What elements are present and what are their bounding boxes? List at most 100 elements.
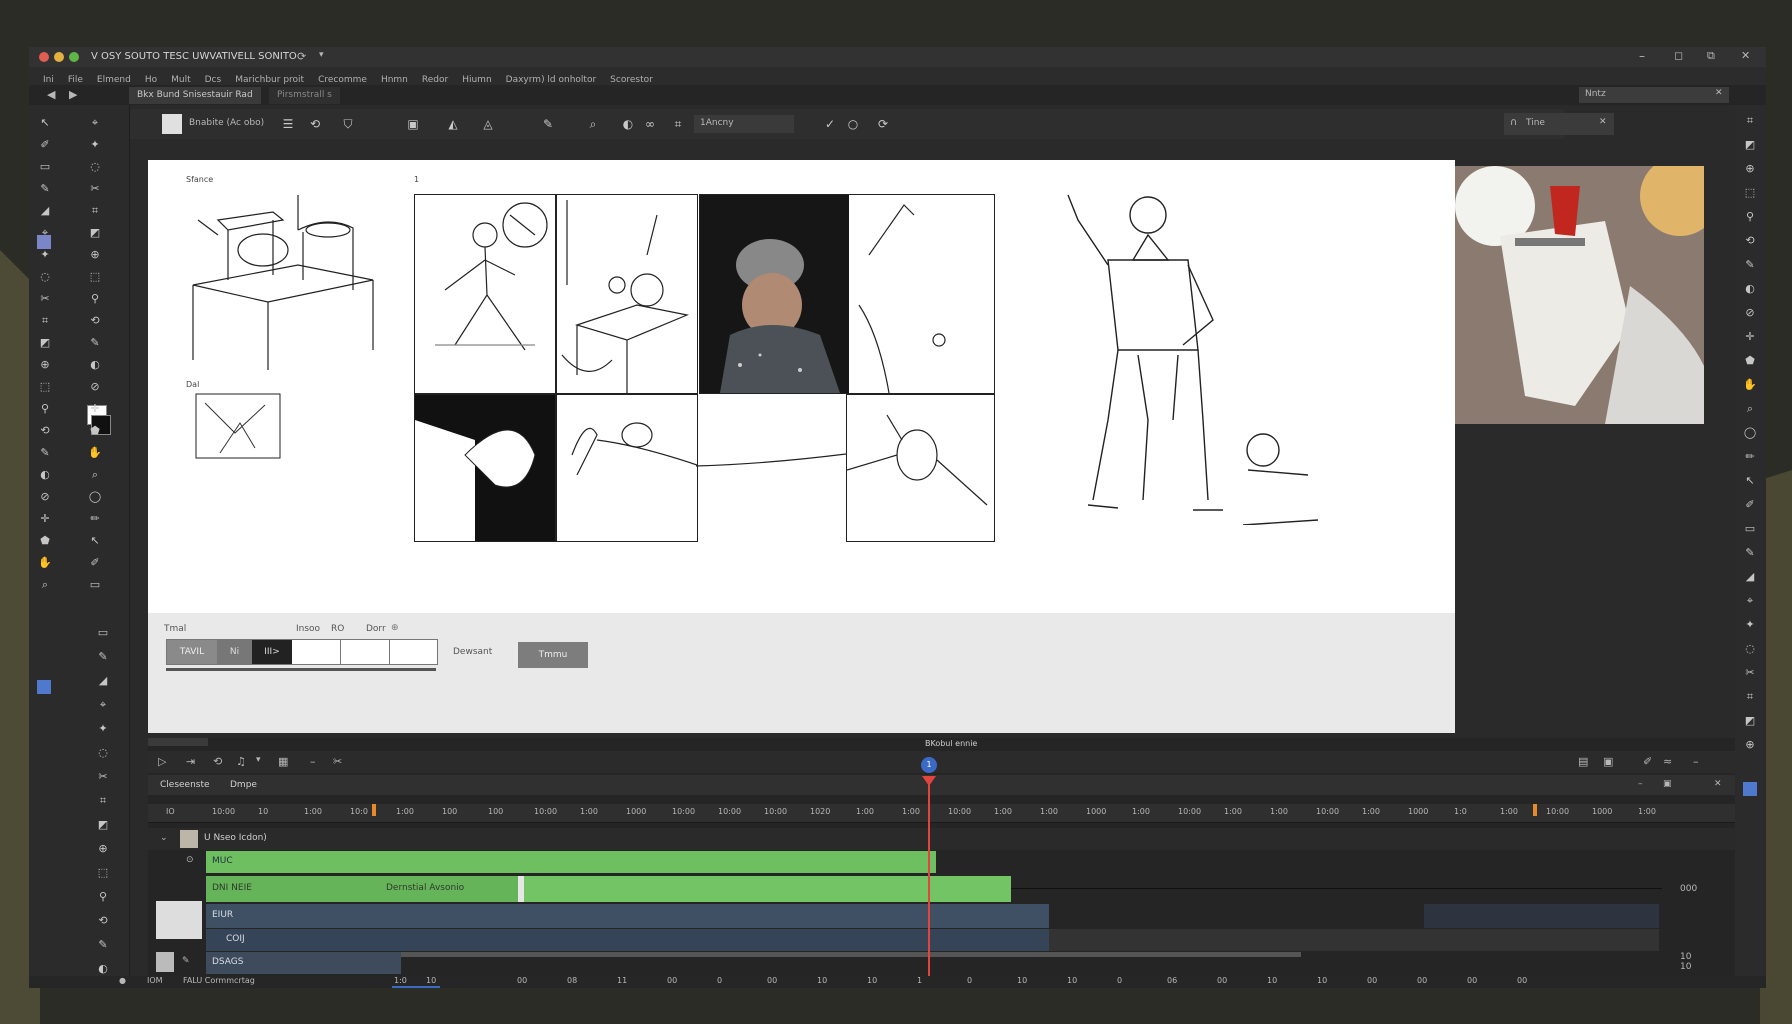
ban-tool-icon[interactable]: ⊘ <box>37 489 53 505</box>
maximize-button[interactable]: ◻ <box>1674 49 1683 62</box>
pen-tool-icon[interactable]: ✏ <box>87 511 103 527</box>
eraser-tool-icon[interactable]: ⌕ <box>1742 401 1758 417</box>
link-icon[interactable]: ∞ <box>641 115 659 133</box>
storyboard-panel-5[interactable] <box>556 394 698 542</box>
form-slider-track[interactable] <box>166 668 436 671</box>
grid-tool-icon[interactable]: ⌗ <box>37 313 53 329</box>
sync-icon[interactable]: ⟳ <box>297 50 306 63</box>
cross-tool-icon[interactable]: ◐ <box>1742 281 1758 297</box>
blue-clip[interactable]: EIUR <box>206 904 1049 928</box>
playhead-marker[interactable]: 1 <box>921 757 937 773</box>
green-clip-2[interactable]: DNI NEIE Dernstial Avsonio <box>206 876 1011 902</box>
track-video-green[interactable]: ⊙ MUC <box>148 851 1735 873</box>
pen-tool-icon[interactable]: ✏ <box>1742 449 1758 465</box>
zoom-tool-icon[interactable]: ⌕ <box>37 577 53 593</box>
blue-tool-highlight[interactable] <box>37 680 51 694</box>
cross-tool-icon[interactable]: ✛ <box>37 511 53 527</box>
track-folder[interactable]: ⌄ U Nseo Icdon) <box>148 828 1735 850</box>
hand-tool-icon[interactable]: ✛ <box>1742 329 1758 345</box>
secondary-button[interactable]: Dewsant <box>453 647 492 657</box>
rotate-tool-icon[interactable]: ⚲ <box>95 889 111 905</box>
blue-sub-clip[interactable]: COIJ <box>206 929 1049 951</box>
polygon-tool-icon[interactable]: ⬟ <box>37 533 53 549</box>
tab-active-document[interactable]: Bkx Bund Snisestauir Rad <box>129 87 261 104</box>
wave-icon[interactable]: ≈ <box>1663 755 1672 768</box>
fill-tool-icon[interactable]: ▭ <box>1742 521 1758 537</box>
ellipse-tool-icon[interactable]: ✋ <box>87 445 103 461</box>
brush-tool-icon[interactable]: ✐ <box>87 555 103 571</box>
polygon-tool-icon[interactable]: ⊘ <box>87 379 103 395</box>
frame-tool-icon[interactable]: ⬚ <box>37 379 53 395</box>
zoom-icon[interactable]: ⌕ <box>584 115 602 133</box>
marquee-tool-icon[interactable]: ▭ <box>37 159 53 175</box>
add-tool-icon[interactable]: ◩ <box>95 817 111 833</box>
panel-close-icon[interactable]: ✕ <box>1599 117 1607 127</box>
fill-tool-icon[interactable]: ▭ <box>87 577 103 593</box>
cut-tool-icon[interactable]: ✂ <box>37 291 53 307</box>
shape-tool-icon[interactable]: ◩ <box>37 335 53 351</box>
collapse-chevron-icon[interactable]: ⌄ <box>160 833 168 843</box>
add-tool-icon[interactable]: ⌗ <box>1742 113 1758 129</box>
storyboard-panel-2[interactable] <box>556 194 698 394</box>
back-arrow-icon[interactable]: ◀ <box>47 88 55 101</box>
storyboard-view-icon[interactable]: ▦ <box>278 755 288 768</box>
target-tool-icon[interactable]: ⌖ <box>37 225 53 241</box>
close-traffic-light[interactable] <box>39 52 49 62</box>
status-record-icon[interactable]: ● <box>119 976 126 985</box>
loop-icon[interactable]: ⟲ <box>213 755 222 768</box>
pen-icon[interactable]: ✐ <box>1643 755 1652 768</box>
segment-3[interactable]: III> <box>252 640 292 664</box>
minimize-traffic-light[interactable] <box>54 52 64 62</box>
playhead-arrow[interactable] <box>922 776 936 786</box>
crop-icon[interactable]: ⌗ <box>669 115 687 133</box>
brush-icon[interactable]: ✎ <box>539 115 557 133</box>
pen-track-icon[interactable]: ✎ <box>182 956 190 966</box>
refresh-icon[interactable]: ⟳ <box>874 115 892 133</box>
reference-preview-image[interactable] <box>1455 166 1704 424</box>
frame-tool-icon[interactable]: ⊕ <box>95 841 111 857</box>
rotate-tool-icon[interactable]: ⬚ <box>87 269 103 285</box>
zoom-tool-icon[interactable]: ⬟ <box>87 423 103 439</box>
lasso-tool-icon[interactable]: ⌖ <box>1742 593 1758 609</box>
timeline-export-icon[interactable]: ▣ <box>1663 779 1672 789</box>
right-blue-tool[interactable] <box>1743 782 1757 796</box>
pencil-tool-icon[interactable]: ⚲ <box>87 291 103 307</box>
lasso-tool-icon[interactable]: ⌖ <box>87 115 103 131</box>
lasso-tool-icon[interactable]: ✦ <box>95 721 111 737</box>
pencil-tool-icon[interactable]: ✎ <box>37 445 53 461</box>
marquee-tool-icon[interactable]: ↖ <box>1742 473 1758 489</box>
dropdown-chevron-icon[interactable]: ▾ <box>319 50 324 60</box>
rotate-tool-icon[interactable]: ⬚ <box>1742 185 1758 201</box>
track-audio-green[interactable]: DNI NEIE Dernstial Avsonio 000 <box>148 876 1735 902</box>
stamp-icon[interactable]: ⛉ <box>339 115 357 133</box>
cut-tool-icon[interactable]: ✦ <box>87 137 103 153</box>
frame-tool-icon[interactable]: ◩ <box>1742 713 1758 729</box>
play-icon[interactable]: ▷ <box>158 755 166 768</box>
panel-view-icon[interactable]: ▣ <box>1603 755 1613 768</box>
search-tool-icon[interactable]: ⬚ <box>95 865 111 881</box>
pen-tool-icon[interactable]: ✐ <box>37 137 53 153</box>
eraser-tool-icon[interactable]: ⌕ <box>87 467 103 483</box>
storyboard-panel-1[interactable] <box>414 194 556 394</box>
grid-tool-icon[interactable]: ✂ <box>95 769 111 785</box>
time-ruler[interactable]: IO 10:00 10 1:00 10:0 1:00 100 100 10:00 1:00 1000… <box>148 804 1735 823</box>
transform-icon[interactable]: ◭ <box>444 115 462 133</box>
cut-tool-icon[interactable]: ✦ <box>1742 617 1758 633</box>
ban-tool-icon[interactable]: ✎ <box>87 335 103 351</box>
scissors-icon[interactable]: ✂ <box>333 755 342 768</box>
playhead-line[interactable] <box>928 776 930 988</box>
storyboard-panel-4[interactable] <box>414 394 556 542</box>
tab-dmpe[interactable]: Dmpe <box>230 780 257 790</box>
contrast-tool-icon[interactable]: ⟲ <box>87 313 103 329</box>
zoom-traffic-light[interactable] <box>69 52 79 62</box>
pencil-tool-icon[interactable]: ⟲ <box>95 913 111 929</box>
orange-marker-small[interactable] <box>372 804 376 816</box>
search-tool-icon[interactable]: ⊕ <box>1742 737 1758 753</box>
track-visibility-icon[interactable]: ⊙ <box>186 855 194 865</box>
grid-tool-icon[interactable]: ◌ <box>87 159 103 175</box>
green-clip-1[interactable]: MUC <box>206 851 936 873</box>
add-tool-icon[interactable]: ⌗ <box>87 203 103 219</box>
mask-icon[interactable]: ◐ <box>619 115 637 133</box>
primary-button[interactable]: Tmmu <box>518 642 588 668</box>
polygon-tool-icon[interactable]: ⊘ <box>1742 305 1758 321</box>
